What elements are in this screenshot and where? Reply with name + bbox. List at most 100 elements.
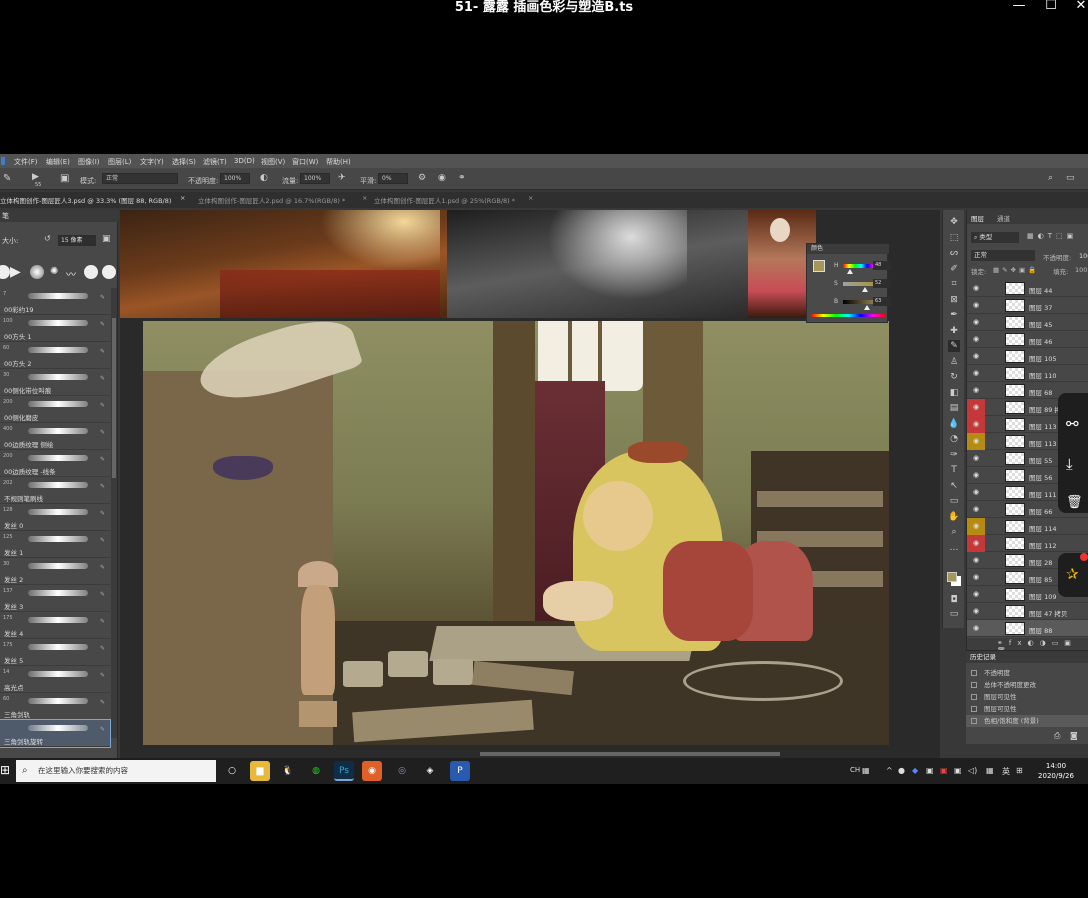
layer-thumbnail[interactable] [1005,299,1025,312]
mic-icon[interactable]: ● [898,766,905,775]
download-icon[interactable]: ⤓ [1066,455,1073,473]
layer-thumbnail[interactable] [1005,401,1025,414]
menu-window[interactable]: 窗口(W) [292,157,318,167]
eye-icon[interactable]: ◉ [971,488,981,496]
search-icon[interactable]: ⌕ [1048,173,1053,183]
layer-name[interactable]: 图层 56 [1029,472,1052,482]
healing-icon[interactable]: ✚ [948,325,960,337]
brush-edit-icon[interactable]: ✎ [100,294,105,301]
app-icon[interactable]: ◈ [420,761,440,781]
layer-thumbnail[interactable] [1005,554,1025,567]
layer-name[interactable]: 图层 66 [1029,506,1052,516]
tab-doc-1[interactable]: 立体构图创作-图层匠人1.psd @ 25%(RGB/8) * [374,195,534,207]
shape-icon[interactable]: ▭ [948,495,960,507]
taskbar-clock[interactable]: 14:00 2020/9/26 [1036,761,1076,781]
history-state[interactable]: 色相/饱和度 (背景) [966,715,1088,727]
tray-app-icon[interactable]: ▣ [954,766,962,775]
brush-tip[interactable] [102,265,116,279]
reference-image-library-color[interactable] [120,210,450,318]
eye-icon[interactable]: ◉ [971,471,981,479]
history-state[interactable]: 总体不透明度更改 [966,679,1088,691]
brush-tip[interactable]: ▶ [10,264,21,280]
app-icon[interactable]: ◎ [392,761,412,781]
tray-app-icon[interactable]: ▣ [940,766,948,775]
layer-thumbnail[interactable] [1005,316,1025,329]
ch-indicator[interactable]: CH [850,766,860,774]
dodge-icon[interactable]: ◔ [948,433,960,445]
layer-name[interactable]: 图层 88 [1029,625,1052,635]
brush-tip[interactable]: 〰 [66,266,76,281]
brush-edit-icon[interactable]: ✎ [100,456,105,463]
marquee-icon[interactable]: ⬚ [948,232,960,244]
trash-icon[interactable]: 🗑 [1066,495,1083,510]
eye-icon[interactable]: ◉ [971,335,981,343]
layer-row[interactable]: ◉ 图层 45 [967,314,1088,331]
brush-preset[interactable]: 60 ✎ 00方头 2 [0,342,110,369]
layer-name[interactable]: 图层 111 [1029,489,1056,499]
brush-edit-icon[interactable]: ✎ [100,699,105,706]
stamp-icon[interactable]: ♙ [948,356,960,368]
history-state[interactable]: 不透明度 [966,667,1088,679]
lasso-icon[interactable]: ᔕ [948,247,960,259]
brush-preset[interactable]: 175 ✎ 发丝 4 [0,612,110,639]
close-tab-icon[interactable]: × [528,194,533,206]
tab-doc-3[interactable]: 立体构图创作-图层匠人3.psd @ 33.3% (图层 88, RGB/8) [0,195,190,207]
qq-icon[interactable]: 🐧 [278,761,298,781]
settings-gear-icon[interactable]: ⚙ [418,173,426,183]
crop-icon[interactable]: ⌗ [948,278,960,290]
layer-name[interactable]: 图层 113 [1029,438,1056,448]
layer-thumbnail[interactable] [1005,588,1025,601]
path-select-icon[interactable]: ↖ [948,480,960,492]
menu-edit[interactable]: 编辑(E) [46,157,70,167]
brush-edit-icon[interactable]: ✎ [100,537,105,544]
canvas-horizontal-scrollbar[interactable] [120,750,940,758]
eraser-icon[interactable]: ◧ [948,387,960,399]
ime-language[interactable]: 英 [1002,766,1010,777]
airbrush-icon[interactable]: ✈ [338,173,346,183]
brush-preset[interactable]: 125 ✎ 发丝 1 [0,531,110,558]
blur-icon[interactable]: 💧 [948,418,960,430]
eyedropper-icon[interactable]: ✒ [948,309,960,321]
brush-preset[interactable]: 137 ✎ 发丝 3 [0,585,110,612]
brush-tip[interactable] [30,265,44,279]
brush-tip[interactable] [84,265,98,279]
layer-thumbnail[interactable] [1005,333,1025,346]
eye-icon[interactable]: ◉ [971,301,981,309]
quick-select-icon[interactable]: ✐ [948,263,960,275]
task-view-icon[interactable]: ○ [222,761,242,781]
share-icon[interactable]: ⚯ [1066,415,1079,433]
eye-icon[interactable]: ◉ [971,624,981,632]
foreground-color-swatch[interactable] [947,572,957,582]
maximize-button[interactable]: ☐ [1040,0,1062,14]
minimize-button[interactable]: — [1008,0,1030,14]
eye-icon[interactable]: ◉ [971,573,981,581]
brush-preset[interactable]: 128 ✎ 发丝 0 [0,504,110,531]
brush-preset-icon[interactable]: ▶ [32,172,39,182]
tray-app-icon[interactable]: ▣ [926,766,934,775]
close-tab-icon[interactable]: × [180,194,185,206]
pin-icon[interactable]: ✰ [1066,565,1079,583]
layer-name[interactable]: 图层 44 [1029,285,1052,295]
screen-mode-icon[interactable]: ▭ [948,608,960,620]
eye-icon[interactable]: ◉ [971,403,981,411]
color-ramp[interactable] [811,314,885,317]
eye-icon[interactable]: ◉ [971,505,981,513]
layer-name[interactable]: 图层 85 [1029,574,1052,584]
brightness-slider-knob[interactable] [864,305,870,310]
eye-icon[interactable]: ◉ [971,369,981,377]
brush-tool-icon[interactable]: ✎ [3,173,11,184]
brush-edit-icon[interactable]: ✎ [100,348,105,355]
history-state[interactable]: 图层可见性 [966,691,1088,703]
brush-size-input[interactable]: 15 像素 [58,235,96,246]
menu-filter[interactable]: 滤镜(T) [203,157,227,167]
wechat-icon[interactable]: ◍ [306,761,326,781]
close-tab-icon[interactable]: × [362,194,367,206]
layer-thumbnail[interactable] [1005,350,1025,363]
reset-icon[interactable]: ↺ [44,234,51,243]
file-explorer-icon[interactable]: ▆ [250,761,270,781]
gradient-icon[interactable]: ▤ [948,402,960,414]
layer-row[interactable]: ◉ 图层 110 [967,365,1088,382]
brush-preset[interactable]: 200 ✎ 00侧化磨皮 [0,396,110,423]
keyboard-icon[interactable]: ▦ [862,766,870,775]
layer-row[interactable]: ◉ 图层 46 [967,331,1088,348]
